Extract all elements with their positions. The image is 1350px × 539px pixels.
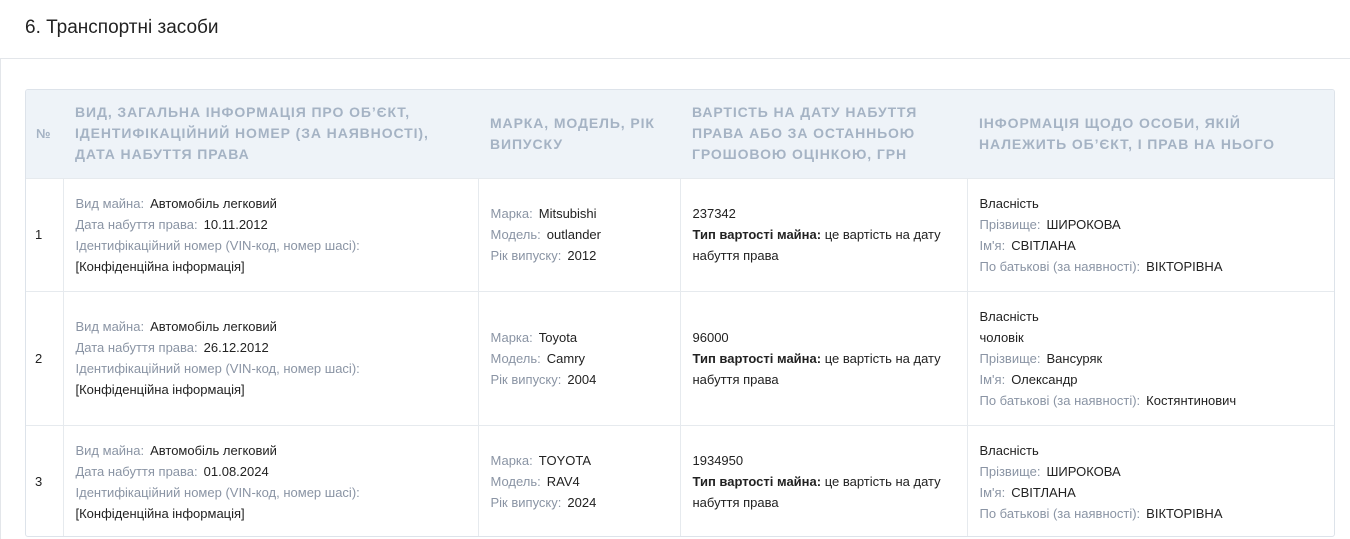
brand-label: Марка: bbox=[490, 329, 533, 345]
row-number: 2 bbox=[26, 290, 63, 425]
vin-label: Ідентифікаційний номер (VIN-код, номер ш… bbox=[75, 237, 360, 253]
header-no: № bbox=[36, 126, 51, 142]
right-type: Власність bbox=[979, 195, 1039, 211]
property-type-label: Вид майна: bbox=[75, 442, 145, 458]
model-value: outlander bbox=[546, 227, 601, 242]
section-title: 6. Транспортні засоби bbox=[25, 17, 219, 38]
patronymic-value: ВІКТОРІВНА bbox=[1146, 258, 1223, 274]
amount-value: 96000 bbox=[692, 329, 729, 345]
property-type-label: Вид майна: bbox=[75, 195, 145, 211]
acq-date-label: Дата набуття права: bbox=[75, 340, 198, 355]
model-cell: Марка: TOYOTA Модель: RAV4 Рік випуску: 202… bbox=[477, 424, 680, 536]
header-object: Вид, загальна інформація про об’єкт, іде… bbox=[75, 104, 429, 163]
table-row: 2 Вид майна: Автомобіль легковий Дата наб… bbox=[26, 290, 1334, 425]
object-cell: Вид майна: Автомобіль легковий Дата набут… bbox=[62, 424, 478, 536]
acq-date-value: 01.08.2024 bbox=[203, 463, 269, 479]
surname-label: Прізвище: bbox=[979, 463, 1041, 479]
amount-value: 237342 bbox=[692, 206, 736, 221]
patronymic-label: По батькові (за наявності): bbox=[979, 258, 1141, 274]
vehicles-table: № Вид, загальна інформація про об’єкт, і… bbox=[26, 90, 1334, 536]
relation-value: чоловік bbox=[979, 329, 1024, 345]
owner-cell: Власність чоловік Прізвище: Вансуряк Ім'я… bbox=[966, 290, 1334, 425]
name-value: СВІТЛАНА bbox=[1011, 484, 1076, 500]
vin-value: [Конфіденційна інформація] bbox=[75, 382, 245, 397]
model-value: Camry bbox=[546, 350, 586, 366]
right-type: Власність bbox=[979, 442, 1039, 458]
vehicles-table-container: № Вид, загальна інформація про об’єкт, і… bbox=[25, 89, 1335, 537]
model-label: Модель: bbox=[490, 350, 541, 366]
owner-cell: Власність Прізвище: ШИРОКОВА Ім'я: СВІТЛАН… bbox=[966, 424, 1334, 536]
acq-date-value: 10.11.2012 bbox=[203, 216, 268, 232]
patronymic-label: По батькові (за наявності): bbox=[979, 392, 1141, 408]
table-row: 1 Вид майна: Автомобіль легковий Дата наб… bbox=[26, 177, 1334, 291]
object-cell: Вид майна: Автомобіль легковий Дата набут… bbox=[62, 177, 478, 291]
value-cell: 237342 Тип вартості майна: це вартість н… bbox=[679, 177, 967, 291]
amount-value: 1934950 bbox=[692, 453, 744, 469]
name-label: Ім'я: bbox=[979, 484, 1006, 500]
surname-value: ШИРОКОВА bbox=[1046, 463, 1121, 479]
vin-value: [Конфіденційна інформація] bbox=[75, 258, 245, 274]
name-label: Ім'я: bbox=[979, 371, 1006, 387]
year-label: Рік випуску: bbox=[490, 248, 562, 263]
property-type-value: Автомобіль легковий bbox=[150, 195, 277, 211]
property-type-value: Автомобіль легковий bbox=[150, 442, 277, 458]
name-value: Олександр bbox=[1011, 371, 1078, 387]
value-type-label: Тип вартості майна: bbox=[692, 227, 822, 242]
name-value: СВІТЛАНА bbox=[1011, 237, 1076, 253]
right-type: Власність bbox=[979, 308, 1039, 324]
model-label: Модель: bbox=[490, 474, 541, 490]
model-cell: Марка: Toyota Модель: Camry Рік випуску: 20… bbox=[477, 290, 680, 425]
name-label: Ім'я: bbox=[979, 237, 1006, 253]
table-header-row: № Вид, загальна інформація про об’єкт, і… bbox=[26, 90, 1334, 178]
value-cell: 96000 Тип вартості майна: це вартість на… bbox=[679, 290, 967, 425]
vin-label: Ідентифікаційний номер (VIN-код, номер ш… bbox=[75, 361, 360, 376]
acq-date-value: 26.12.2012 bbox=[203, 340, 269, 355]
section-header: 6. Транспортні засоби bbox=[0, 0, 1350, 59]
header-model: Марка, модель, рік випуску bbox=[490, 114, 655, 152]
table-row: 3 Вид майна: Автомобіль легковий Дата наб… bbox=[26, 424, 1334, 536]
patronymic-label: По батькові (за наявності): bbox=[979, 505, 1141, 521]
surname-value: Вансуряк bbox=[1046, 350, 1103, 366]
acq-date-label: Дата набуття права: bbox=[75, 216, 198, 232]
value-cell: 1934950 Тип вартості майна: це вартість … bbox=[679, 424, 967, 536]
surname-label: Прізвище: bbox=[979, 216, 1041, 232]
owner-cell: Власність Прізвище: ШИРОКОВА Ім'я: СВІТЛАН… bbox=[966, 177, 1334, 291]
acq-date-label: Дата набуття права: bbox=[75, 463, 198, 479]
surname-label: Прізвище: bbox=[979, 350, 1041, 366]
year-value: 2012 bbox=[567, 248, 597, 263]
value-type-label: Тип вартості майна: bbox=[692, 474, 822, 490]
row-number: 1 bbox=[26, 177, 63, 291]
year-label: Рік випуску: bbox=[490, 495, 562, 511]
header-owner: Інформація щодо особи, якій належить об’… bbox=[979, 114, 1275, 152]
brand-value: TOYOTA bbox=[538, 453, 591, 469]
property-type-label: Вид майна: bbox=[75, 319, 145, 334]
brand-label: Марка: bbox=[490, 453, 533, 469]
object-cell: Вид майна: Автомобіль легковий Дата набут… bbox=[62, 290, 478, 425]
model-value: RAV4 bbox=[546, 474, 580, 490]
brand-value: Toyota bbox=[538, 329, 578, 345]
patronymic-value: Костянтинович bbox=[1146, 392, 1237, 408]
vin-label: Ідентифікаційний номер (VIN-код, номер ш… bbox=[75, 484, 360, 500]
surname-value: ШИРОКОВА bbox=[1046, 216, 1121, 232]
brand-label: Марка: bbox=[490, 206, 533, 221]
header-value: Вартість на дату набуття права або за ос… bbox=[692, 104, 918, 163]
property-type-value: Автомобіль легковий bbox=[150, 319, 277, 334]
brand-value: Mitsubishi bbox=[538, 206, 597, 221]
year-value: 2024 bbox=[567, 495, 597, 511]
year-value: 2004 bbox=[567, 371, 597, 387]
section-frame-line bbox=[0, 59, 1, 539]
patronymic-value: ВІКТОРІВНА bbox=[1146, 505, 1223, 521]
model-cell: Марка: Mitsubishi Модель: outlander Рік ви… bbox=[477, 177, 680, 291]
model-label: Модель: bbox=[490, 227, 541, 242]
value-type-label: Тип вартості майна: bbox=[692, 350, 822, 366]
row-number: 3 bbox=[26, 424, 63, 536]
vin-value: [Конфіденційна інформація] bbox=[75, 505, 245, 521]
year-label: Рік випуску: bbox=[490, 371, 562, 387]
